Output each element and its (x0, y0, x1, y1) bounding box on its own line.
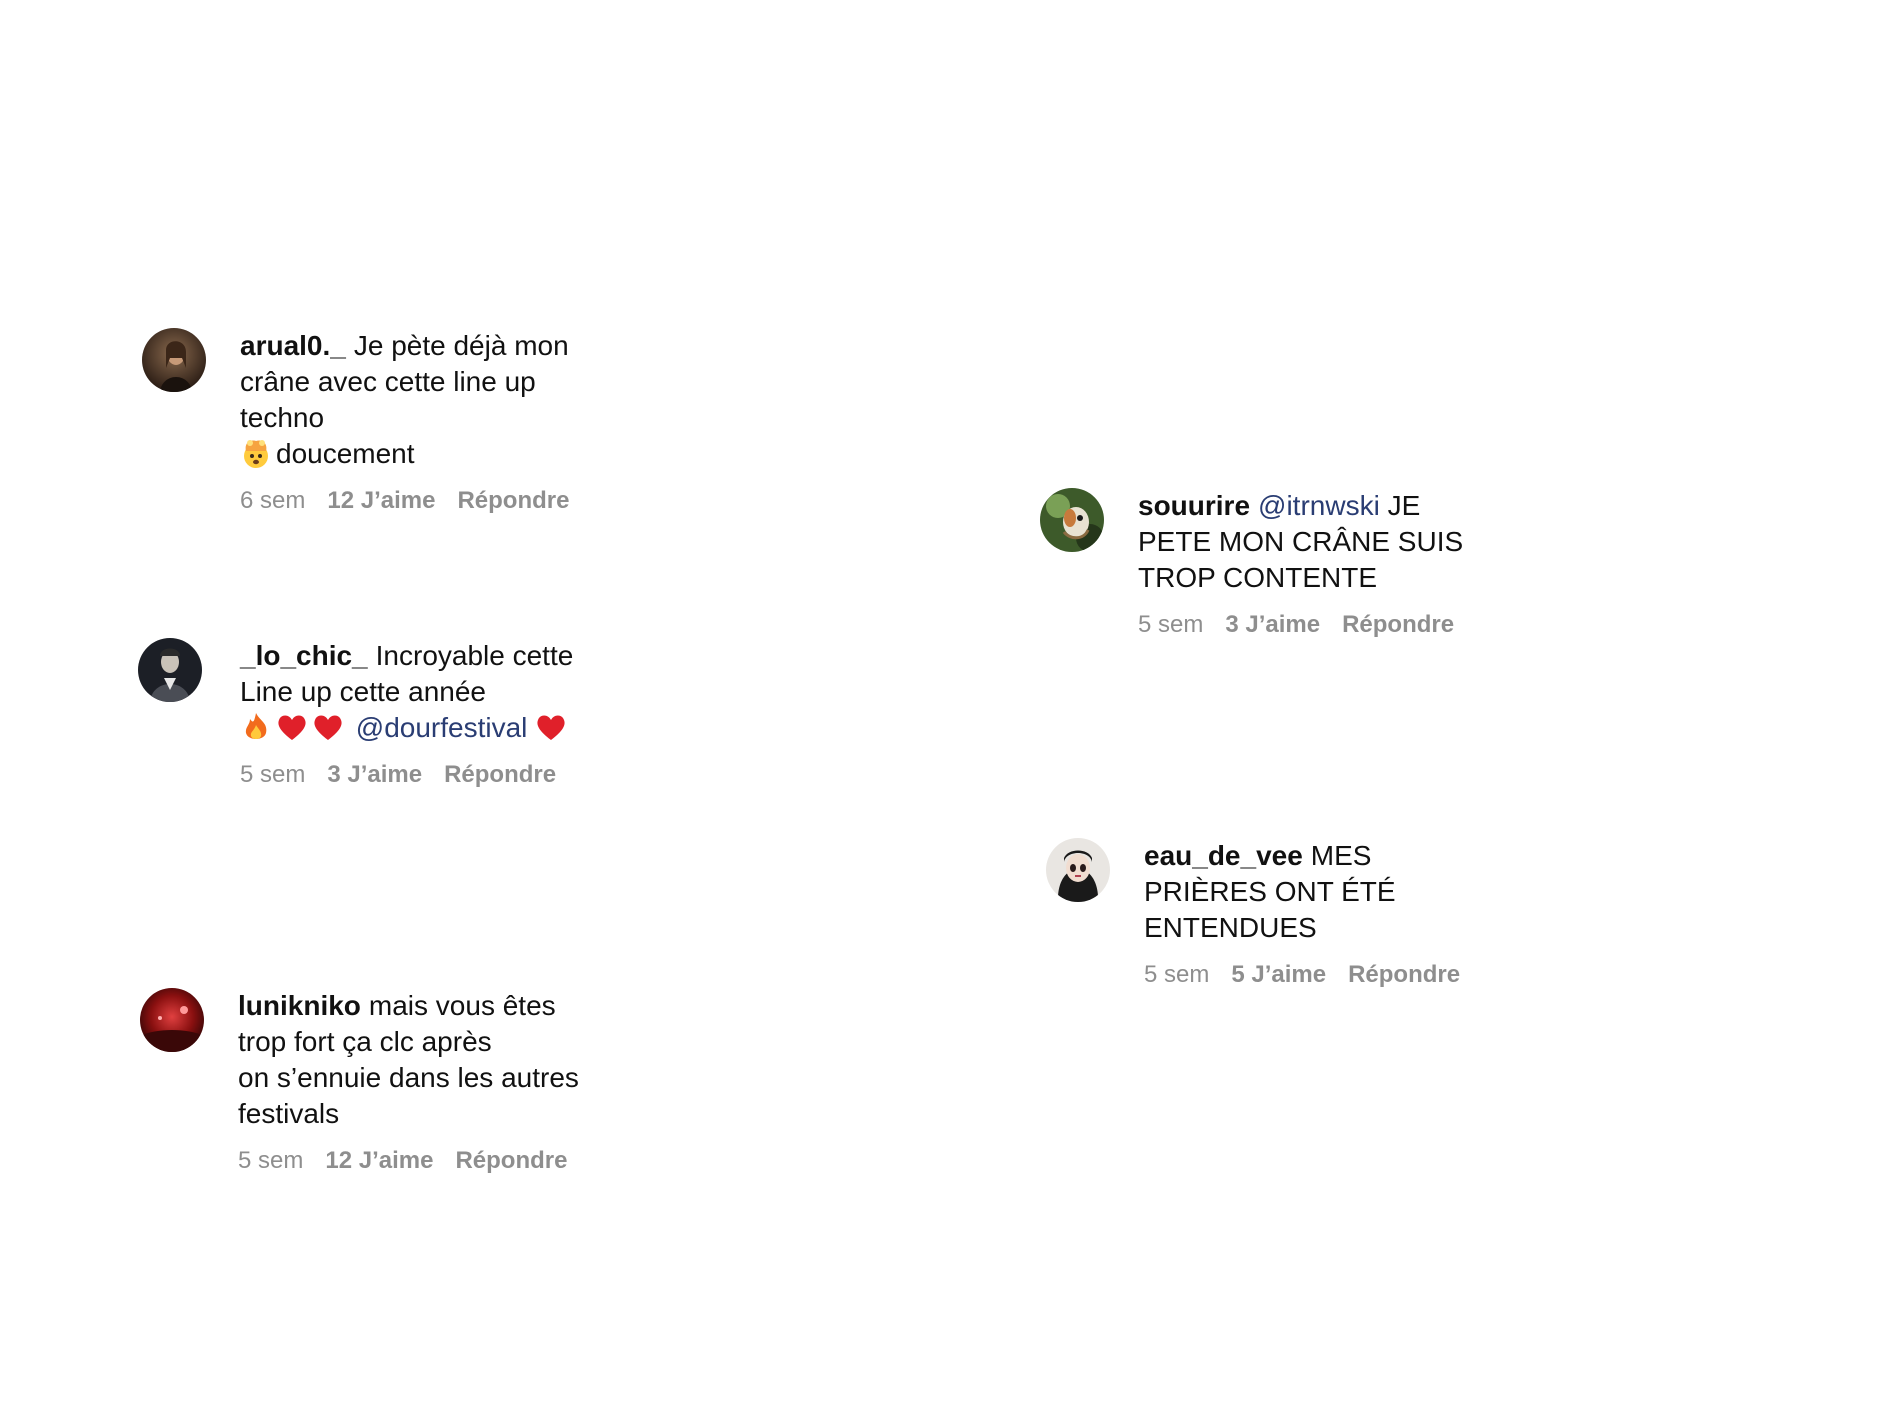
avatar-image (142, 328, 206, 392)
comment-body: lunikniko mais vous êtes trop fort ça clc… (238, 988, 589, 1176)
username-link[interactable]: lunikniko (238, 990, 361, 1021)
reply-button[interactable]: Répondre (457, 487, 569, 514)
comment-time: 6 sem (240, 487, 306, 514)
comment-text: souurire @itrnwski JE PETE MON CRÂNE SUIS… (1138, 488, 1476, 596)
avatar[interactable] (1040, 488, 1104, 552)
fire-emoji-icon (240, 711, 272, 743)
comment-meta: 5 sem 3 J’aime Répondre (1138, 610, 1476, 640)
comment-body: _lo_chic_ Incroyable cette Line up cette … (240, 638, 578, 790)
username-link[interactable]: arual0._ (240, 330, 346, 361)
reply-button[interactable]: Répondre (1342, 611, 1454, 638)
comment-meta: 6 sem 12 J’aime Répondre (240, 486, 591, 516)
avatar[interactable] (138, 638, 202, 702)
red-heart-emoji-icon (535, 711, 567, 743)
likes-count[interactable]: 12 J’aime (327, 487, 435, 514)
comment-text-line2: ENTENDUES (1144, 912, 1317, 943)
comment-text-line2: TROP CONTENTE (1138, 562, 1378, 593)
comment-time: 5 sem (1144, 961, 1210, 988)
mention-link[interactable]: @itrnwski (1258, 490, 1380, 521)
avatar[interactable] (142, 328, 206, 392)
comment-meta: 5 sem 3 J’aime Répondre (240, 760, 578, 790)
comment-time: 5 sem (238, 1147, 304, 1174)
red-heart-emoji-icon (312, 711, 344, 743)
avatar[interactable] (140, 988, 204, 1052)
reply-button[interactable]: Répondre (444, 761, 556, 788)
username-link[interactable]: _lo_chic_ (240, 640, 368, 671)
avatar-image (138, 638, 202, 702)
comment-text: arual0._ Je pète déjà mon crâne avec cett… (240, 328, 591, 472)
comment-text-line2: on s’ennuie dans les autres festivals (238, 1062, 579, 1129)
reply-button[interactable]: Répondre (1348, 961, 1460, 988)
avatar[interactable] (1046, 838, 1110, 902)
comment-text-line2: doucement (276, 438, 415, 469)
comment-text: lunikniko mais vous êtes trop fort ça clc… (238, 988, 589, 1132)
likes-count[interactable]: 12 J’aime (325, 1147, 433, 1174)
username-link[interactable]: eau_de_vee (1144, 840, 1303, 871)
avatar-image (140, 988, 204, 1052)
comment-meta: 5 sem 5 J’aime Répondre (1144, 960, 1482, 990)
likes-count[interactable]: 3 J’aime (327, 761, 422, 788)
likes-count[interactable]: 3 J’aime (1225, 611, 1320, 638)
avatar-image (1040, 488, 1104, 552)
comment-text: _lo_chic_ Incroyable cette Line up cette … (240, 638, 578, 746)
username-link[interactable]: souurire (1138, 490, 1250, 521)
comment-text: eau_de_vee MES PRIÈRES ONT ÉTÉ ENTENDUES (1144, 838, 1482, 946)
exploding-head-emoji-icon (240, 437, 272, 469)
comment-body: eau_de_vee MES PRIÈRES ONT ÉTÉ ENTENDUES … (1144, 838, 1482, 990)
comment-body: souurire @itrnwski JE PETE MON CRÂNE SUIS… (1138, 488, 1476, 640)
red-heart-emoji-icon (276, 711, 308, 743)
comment-meta: 5 sem 12 J’aime Répondre (238, 1146, 589, 1176)
avatar-image (1046, 838, 1110, 902)
mention-link[interactable]: @dourfestival (356, 712, 528, 743)
comment-time: 5 sem (1138, 611, 1204, 638)
comment-time: 5 sem (240, 761, 306, 788)
likes-count[interactable]: 5 J’aime (1231, 961, 1326, 988)
reply-button[interactable]: Répondre (455, 1147, 567, 1174)
comment-body: arual0._ Je pète déjà mon crâne avec cett… (240, 328, 591, 516)
